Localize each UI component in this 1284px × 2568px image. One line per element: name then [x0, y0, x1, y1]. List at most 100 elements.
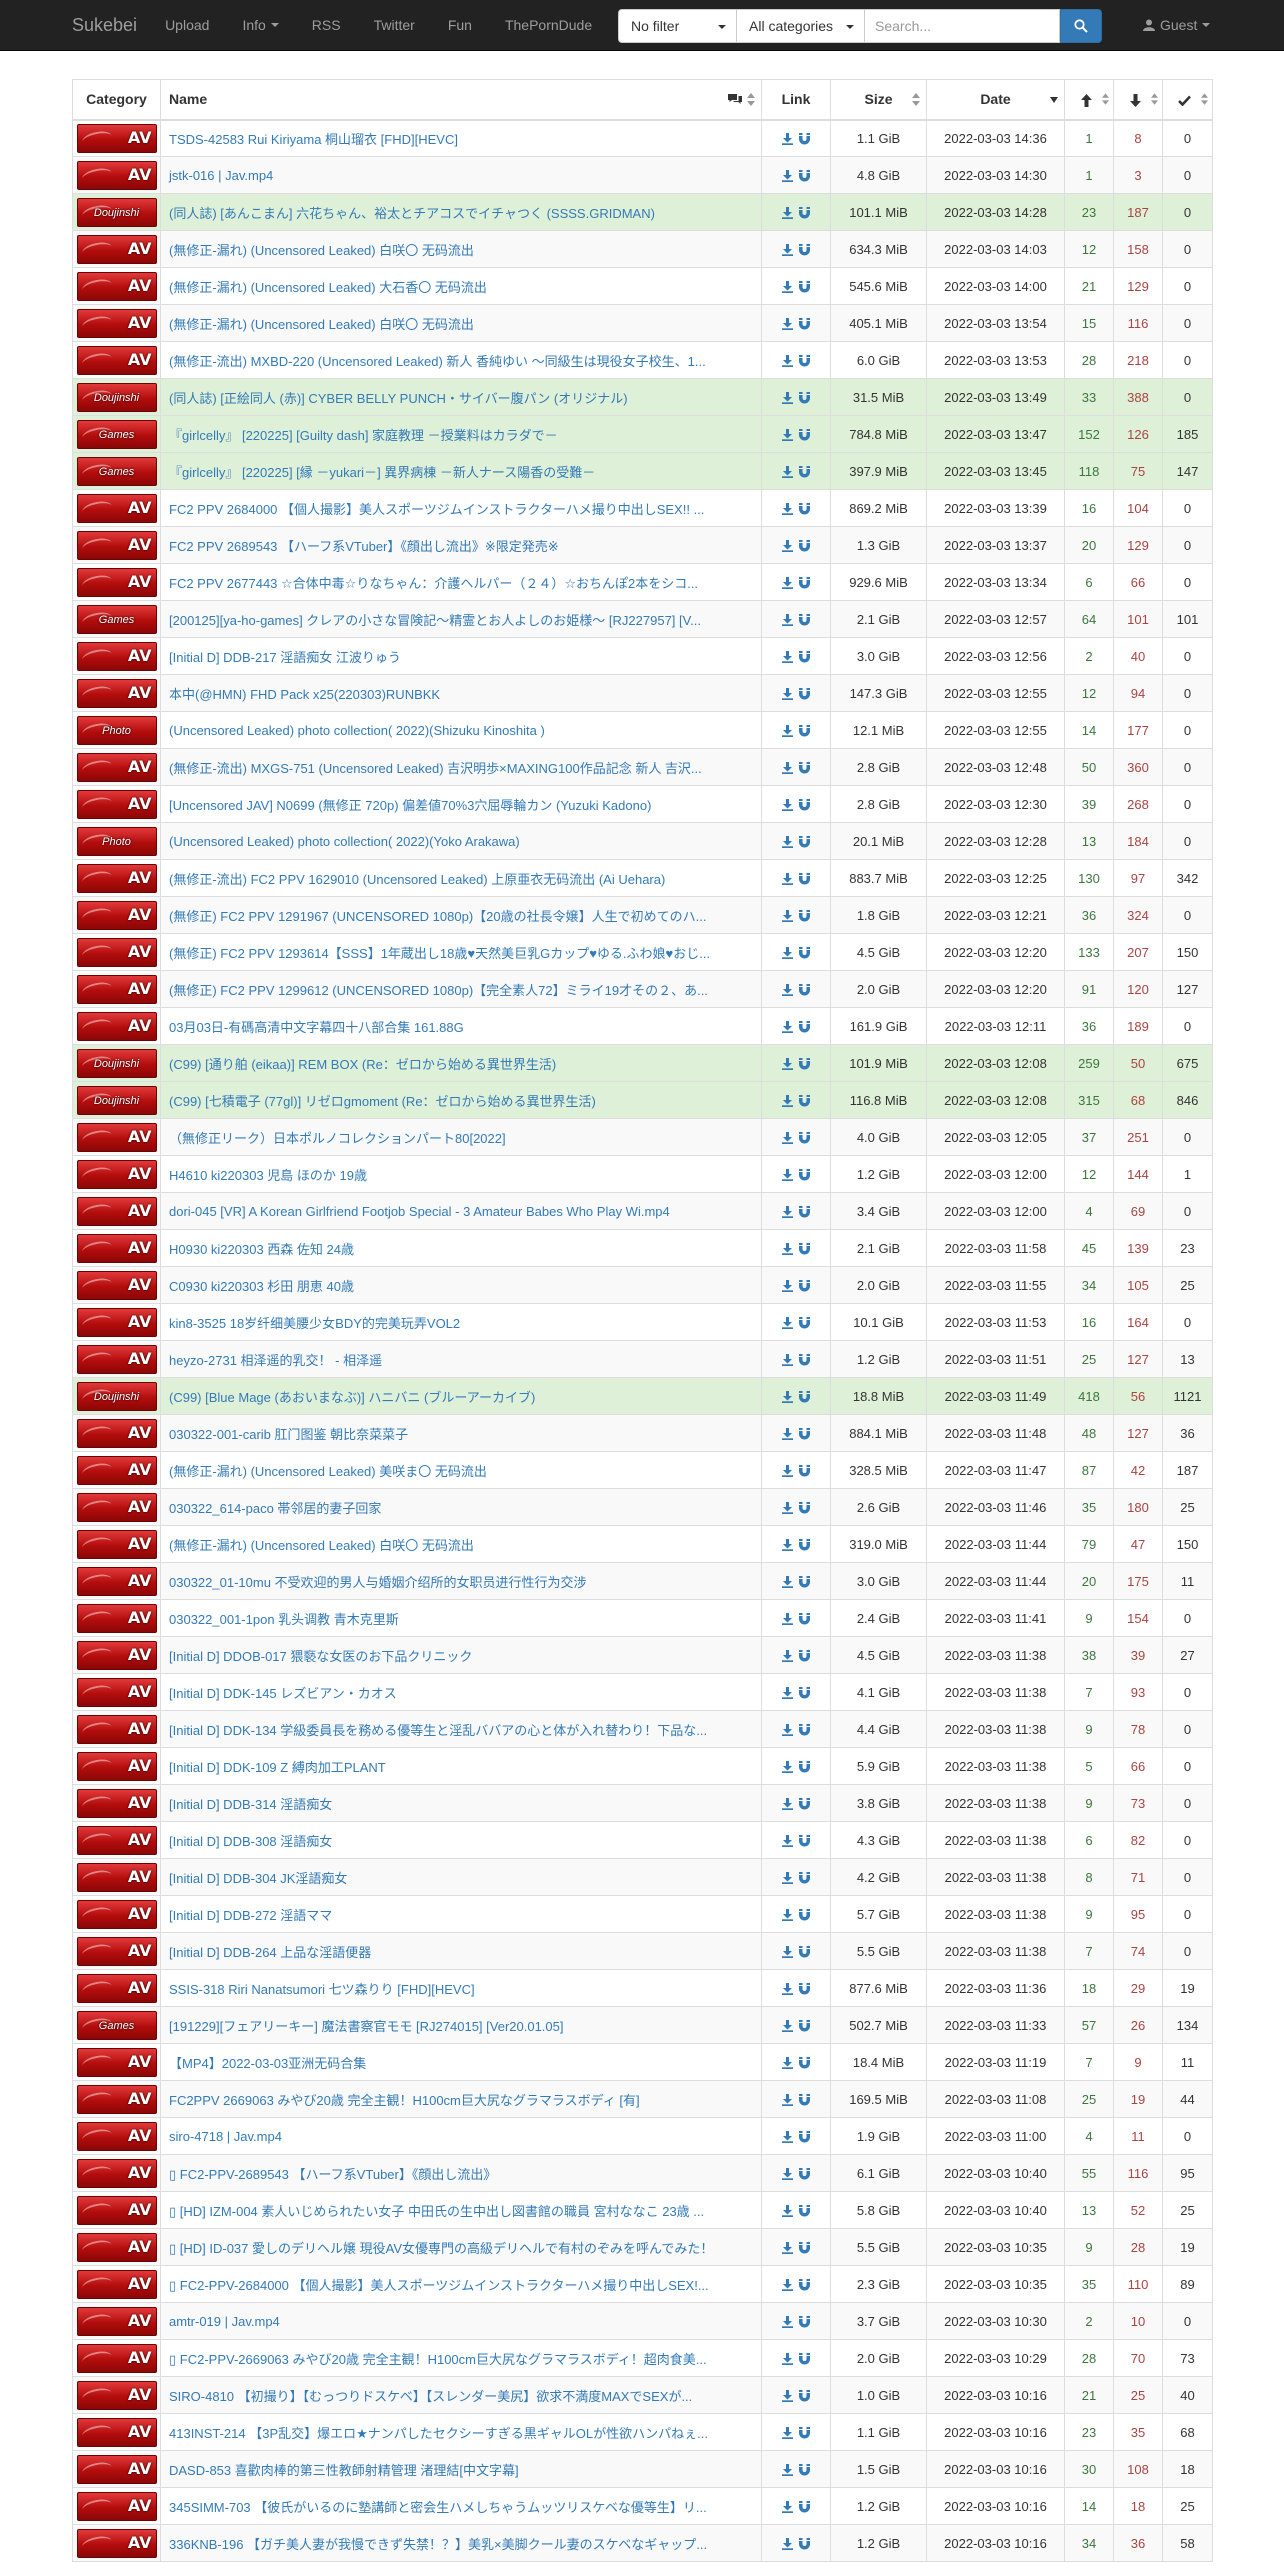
download-icon[interactable]	[782, 1169, 793, 1182]
magnet-icon[interactable]	[799, 1576, 810, 1588]
download-icon[interactable]	[782, 1354, 793, 1367]
torrent-title-link[interactable]: [Initial D] DDB-264 上品な淫語便器	[169, 1945, 371, 1960]
torrent-title-link[interactable]: 『girlcelly』 [220225] [Guilty dash] 家庭教理 …	[169, 428, 558, 443]
download-icon[interactable]	[782, 2390, 793, 2403]
download-icon[interactable]	[782, 355, 793, 368]
torrent-title-link[interactable]: SIRO-4810 【初撮り】【むっつりドスケベ】【スレンダー美尻】欲求不満度M…	[169, 2389, 692, 2404]
header-date[interactable]: Date	[926, 79, 1065, 121]
magnet-icon[interactable]	[799, 133, 810, 145]
magnet-icon[interactable]	[799, 466, 810, 478]
download-icon[interactable]	[782, 318, 793, 331]
download-icon[interactable]	[782, 1687, 793, 1700]
search-button[interactable]	[1060, 9, 1102, 43]
download-icon[interactable]	[782, 1650, 793, 1663]
torrent-title-link[interactable]: （無修正リーク）日本ポルノコレクションパート80[2022]	[169, 1131, 506, 1146]
torrent-title-link[interactable]: [191229][フェアリーキー] 魔法書察官モモ [RJ274015] [Ve…	[169, 2019, 564, 2034]
torrent-title-link[interactable]: [Initial D] DDB-217 淫語痴女 江波りゅう	[169, 650, 401, 665]
download-icon[interactable]	[782, 2057, 793, 2070]
magnet-icon[interactable]	[799, 1502, 810, 1514]
download-icon[interactable]	[782, 244, 793, 257]
magnet-icon[interactable]	[799, 2094, 810, 2106]
category-badge[interactable]: AV	[76, 493, 157, 523]
category-badge[interactable]: Games	[76, 2010, 157, 2040]
download-icon[interactable]	[782, 2205, 793, 2218]
category-badge[interactable]: AV	[76, 1011, 157, 1041]
category-badge[interactable]: AV	[76, 2195, 157, 2225]
torrent-title-link[interactable]: (無修正-流出) MXBD-220 (Uncensored Leaked) 新人…	[169, 354, 706, 369]
magnet-icon[interactable]	[799, 1465, 810, 1477]
torrent-title-link[interactable]: (無修正-流出) MXGS-751 (Uncensored Leaked) 吉沢…	[169, 761, 702, 776]
nav-upload[interactable]: Upload	[165, 17, 209, 33]
category-badge[interactable]: AV	[76, 2121, 157, 2151]
download-icon[interactable]	[782, 799, 793, 812]
torrent-title-link[interactable]: FC2 PPV 2689543 【ハーフ系VTuber】《顔出し流出》※限定発売…	[169, 539, 559, 554]
category-badge[interactable]: AV	[76, 2528, 157, 2558]
torrent-title-link[interactable]: 本中(@HMN) FHD Pack x25(220303)RUNBKK	[169, 687, 440, 702]
download-icon[interactable]	[782, 984, 793, 997]
magnet-icon[interactable]	[799, 1650, 810, 1662]
download-icon[interactable]	[782, 1798, 793, 1811]
magnet-icon[interactable]	[799, 1243, 810, 1255]
category-badge[interactable]: AV	[76, 1862, 157, 1892]
torrent-title-link[interactable]: H4610 ki220303 児島 ほのか 19歳	[169, 1168, 367, 1183]
torrent-title-link[interactable]: 『girlcelly』 [220225] [縁 －yukari－] 異界病棟 －…	[169, 465, 595, 480]
category-badge[interactable]: AV	[76, 789, 157, 819]
magnet-icon[interactable]	[799, 244, 810, 256]
nav-info-dropdown[interactable]: Info	[242, 17, 279, 33]
download-icon[interactable]	[782, 2168, 793, 2181]
download-icon[interactable]	[782, 2094, 793, 2107]
torrent-title-link[interactable]: FC2PPV 2669063 みやび20歳 完全主観！H100cm巨大尻なグラマ…	[169, 2093, 640, 2108]
category-badge[interactable]: AV	[76, 1640, 157, 1670]
category-badge[interactable]: Games	[76, 604, 157, 634]
magnet-icon[interactable]	[799, 2390, 810, 2402]
category-badge[interactable]: AV	[76, 345, 157, 375]
category-badge[interactable]: AV	[76, 1751, 157, 1781]
download-icon[interactable]	[782, 170, 793, 183]
category-select[interactable]: All categories	[737, 9, 865, 43]
magnet-icon[interactable]	[799, 910, 810, 922]
torrent-title-link[interactable]: [200125][ya-ho-games] クレアの小さな冒険記～精霊とお人よし…	[169, 613, 701, 628]
download-icon[interactable]	[782, 725, 793, 738]
magnet-icon[interactable]	[799, 1206, 810, 1218]
torrent-title-link[interactable]: [Initial D] DDB-304 JK淫語痴女	[169, 1871, 347, 1886]
download-icon[interactable]	[782, 1613, 793, 1626]
header-leechers[interactable]	[1113, 79, 1163, 121]
download-icon[interactable]	[782, 1021, 793, 1034]
magnet-icon[interactable]	[799, 1983, 810, 1995]
magnet-icon[interactable]	[799, 1539, 810, 1551]
magnet-icon[interactable]	[799, 614, 810, 626]
download-icon[interactable]	[782, 207, 793, 220]
download-icon[interactable]	[782, 1317, 793, 1330]
download-icon[interactable]	[782, 688, 793, 701]
category-badge[interactable]: AV	[76, 1159, 157, 1189]
magnet-icon[interactable]	[799, 1798, 810, 1810]
magnet-icon[interactable]	[799, 1761, 810, 1773]
download-icon[interactable]	[782, 1206, 793, 1219]
torrent-title-link[interactable]: TSDS-42583 Rui Kiriyama 桐山瑠衣 [FHD][HEVC]	[169, 132, 458, 147]
sort-icon[interactable]	[747, 93, 755, 106]
category-badge[interactable]: AV	[76, 271, 157, 301]
torrent-title-link[interactable]: amtr-019 | Jav.mp4	[169, 2314, 280, 2329]
magnet-icon[interactable]	[799, 1132, 810, 1144]
download-icon[interactable]	[782, 466, 793, 479]
category-badge[interactable]: AV	[76, 1233, 157, 1263]
category-badge[interactable]: AV	[76, 2454, 157, 2484]
filter-select[interactable]: No filter	[618, 9, 737, 43]
magnet-icon[interactable]	[799, 2279, 810, 2291]
torrent-title-link[interactable]: SSIS-318 Riri Nanatsumori 七ツ森りり [FHD][HE…	[169, 1982, 475, 1997]
category-badge[interactable]: AV	[76, 1936, 157, 1966]
magnet-icon[interactable]	[799, 392, 810, 404]
torrent-title-link[interactable]: (同人誌) [正絵同人 (赤)] CYBER BELLY PUNCH・サイバー腹…	[169, 391, 628, 406]
nav-rss[interactable]: RSS	[312, 17, 341, 33]
magnet-icon[interactable]	[799, 2168, 810, 2180]
magnet-icon[interactable]	[799, 873, 810, 885]
torrent-title-link[interactable]: FC2 PPV 2684000 【個人撮影】美人スポーツジムインストラクターハメ…	[169, 502, 704, 517]
magnet-icon[interactable]	[799, 2316, 810, 2328]
torrent-title-link[interactable]: (無修正-漏れ) (Uncensored Leaked) 白咲〇 无码流出	[169, 1538, 474, 1553]
category-badge[interactable]: AV	[76, 308, 157, 338]
download-icon[interactable]	[782, 2353, 793, 2366]
category-badge[interactable]: AV	[76, 863, 157, 893]
magnet-icon[interactable]	[799, 1428, 810, 1440]
torrent-title-link[interactable]: [Initial D] DDK-134 学級委員長を務める優等生と淫乱ババアの心…	[169, 1723, 707, 1738]
torrent-title-link[interactable]: (無修正) FC2 PPV 1291967 (UNCENSORED 1080p)…	[169, 909, 706, 924]
